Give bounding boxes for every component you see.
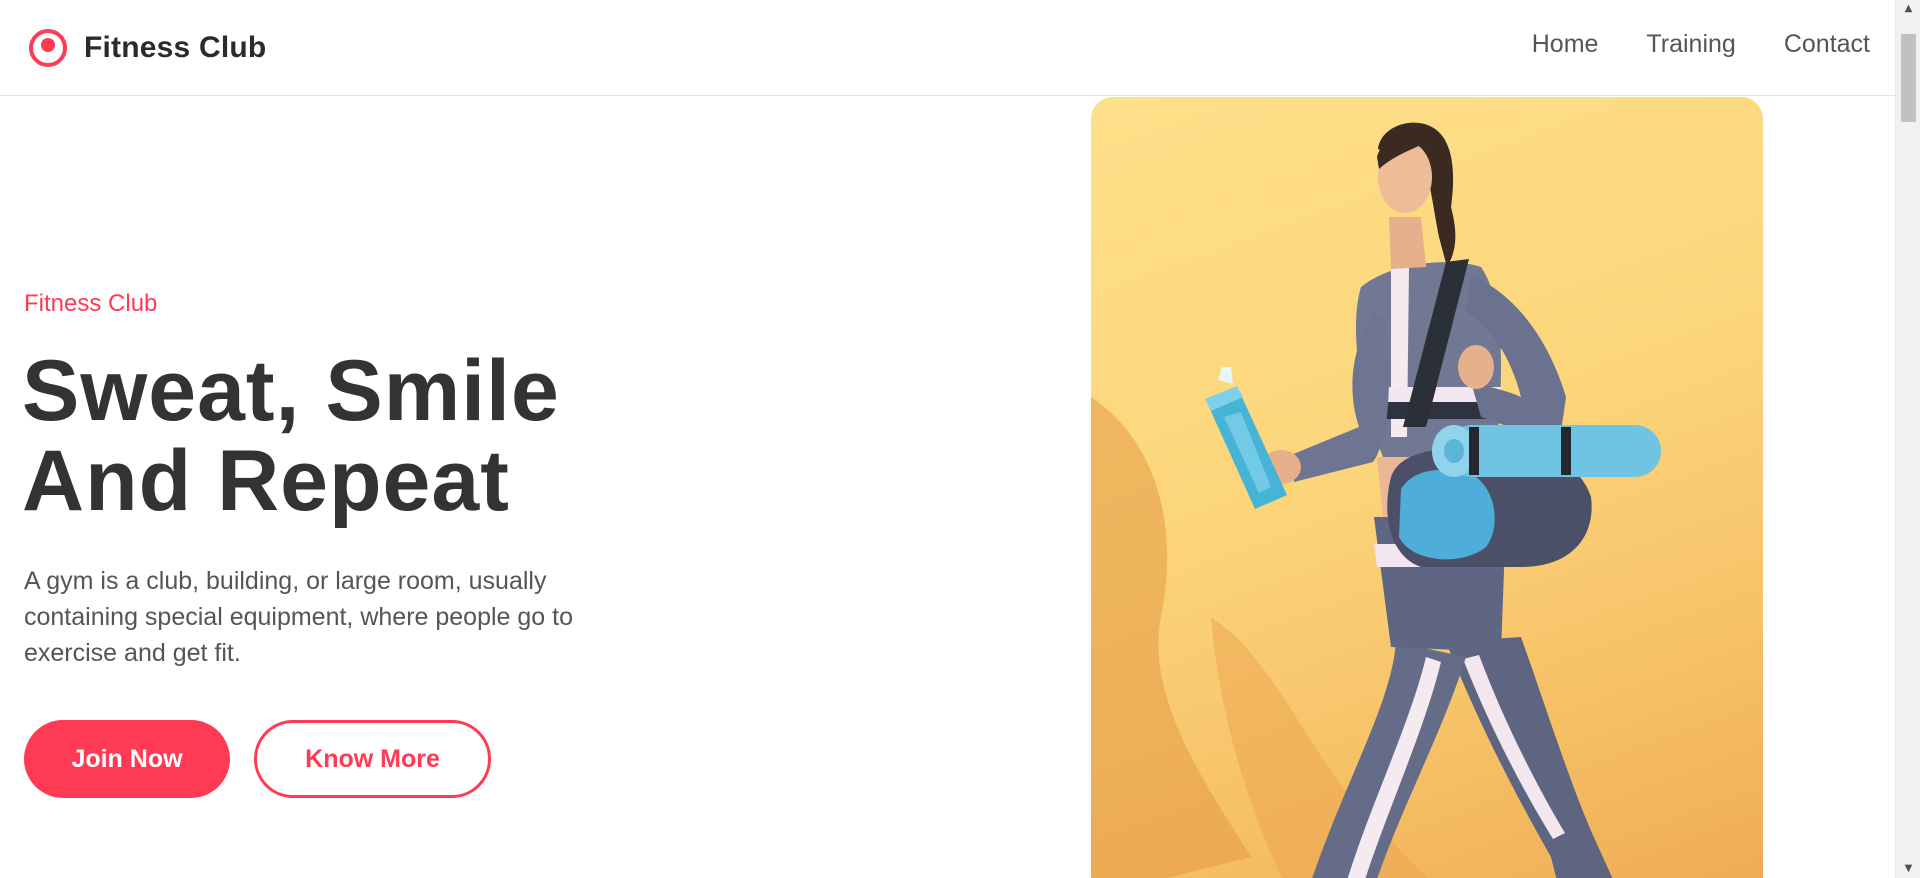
join-now-button[interactable]: Join Now <box>24 720 230 798</box>
nav-links: Home Training Contact <box>1532 30 1870 59</box>
nav-link-training[interactable]: Training <box>1646 30 1735 59</box>
nav-link-contact[interactable]: Contact <box>1784 30 1870 59</box>
know-more-button[interactable]: Know More <box>254 720 491 798</box>
hero-image <box>1091 97 1763 878</box>
triangle-down-icon[interactable]: ▼ <box>1896 860 1920 878</box>
hero-title: Sweat, Smile And Repeat <box>22 346 560 526</box>
nav-link-home[interactable]: Home <box>1532 30 1599 59</box>
page: Fitness Club Home Training Contact Fitne… <box>0 0 1920 878</box>
brand-link[interactable]: Fitness Club <box>29 28 266 68</box>
hero-eyebrow: Fitness Club <box>24 290 158 317</box>
brand-logo-icon <box>29 29 67 67</box>
brand-name: Fitness Club <box>84 31 267 64</box>
scroll-thumb[interactable] <box>1901 34 1916 122</box>
hero-title-line-2: And Repeat <box>22 433 510 529</box>
woman-with-yoga-mat-illustration <box>1091 122 1661 878</box>
vertical-scrollbar[interactable]: ▲ ▼ <box>1895 0 1920 878</box>
triangle-up-icon[interactable]: ▲ <box>1896 0 1920 18</box>
hero-description: A gym is a club, building, or large room… <box>24 567 573 667</box>
brand-logo-dot <box>41 38 55 52</box>
navbar: Fitness Club Home Training Contact <box>0 0 1895 96</box>
hero-title-line-1: Sweat, Smile <box>22 343 560 439</box>
